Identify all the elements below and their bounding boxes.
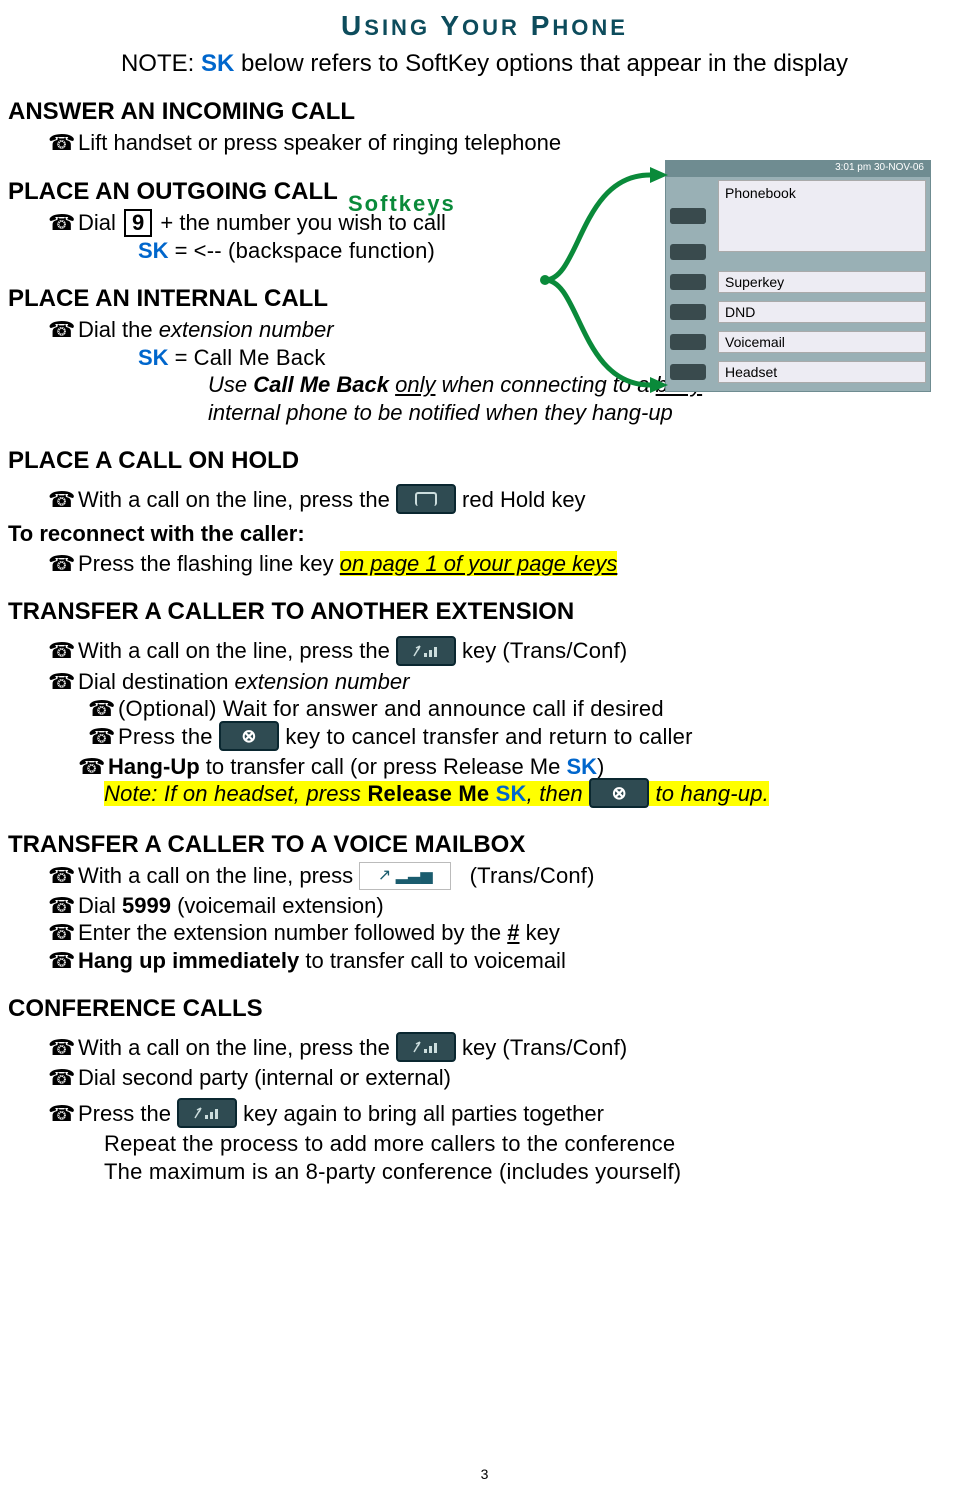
page: USING YOUR PHONE NOTE: SK below refers t…	[0, 0, 969, 1487]
transfer-vm-step2: Dial 5999 (voicemail extension)	[78, 892, 961, 920]
transfer-step1: With a call on the line, press the key (…	[78, 637, 961, 667]
page-title: USING YOUR PHONE	[8, 8, 961, 43]
section-answer-heading: ANSWER AN INCOMING CALL	[8, 97, 961, 127]
softkey-label: DND	[718, 301, 926, 323]
softkey-label: Headset	[718, 361, 926, 383]
hold-step2: Press the flashing line key on page 1 of…	[78, 550, 961, 578]
phone-bullet-icon: ☎	[48, 668, 78, 696]
transfer-step3: (Optional) Wait for answer and announce …	[118, 695, 961, 723]
answer-step: Lift handset or press speaker of ringing…	[78, 129, 961, 157]
hold-step1: With a call on the line, press the red H…	[78, 486, 961, 516]
sk-abbrev: SK	[201, 50, 234, 77]
conference-step1: With a call on the line, press the key (…	[78, 1034, 961, 1064]
hold-reconnect-heading: To reconnect with the caller:	[8, 520, 961, 548]
phone-screen-callout: 3:01 pm 30-NOV-06 Phonebook Superkey DND…	[665, 160, 931, 392]
section-transfer-heading: TRANSFER A CALLER TO ANOTHER EXTENSION	[8, 597, 961, 627]
softkey-label: Voicemail	[718, 331, 926, 353]
trans-conf-key-icon	[396, 636, 456, 666]
transfer-vm-step4: Hang up immediately to transfer call to …	[78, 947, 961, 975]
section-conference-heading: CONFERENCE CALLS	[8, 994, 961, 1024]
phone-bullet-icon: ☎	[48, 1064, 78, 1092]
transfer-step4: Press the key to cancel transfer and ret…	[118, 723, 961, 753]
phone-bullet-icon: ☎	[78, 753, 108, 781]
phone-bullet-icon: ☎	[48, 637, 78, 665]
conference-note2: The maximum is an 8-party conference (in…	[104, 1158, 961, 1186]
transfer-step5: Hang-Up to transfer call (or press Relea…	[108, 753, 961, 781]
phone-bullet-icon: ☎	[48, 129, 78, 157]
transfer-vm-step1: With a call on the line, press ↗ ▂▃▅ (Tr…	[78, 862, 961, 891]
page-number: 3	[0, 1466, 969, 1484]
phone-bullet-icon: ☎	[48, 316, 78, 344]
phone-bullet-icon: ☎	[48, 892, 78, 920]
transfer-note: Note: If on headset, press Release Me SK…	[104, 780, 961, 810]
softkeys-annotation: Softkeys	[348, 190, 456, 218]
trans-conf-key-icon	[177, 1098, 237, 1128]
softkey-label: Superkey	[718, 271, 926, 293]
phone-bullet-icon: ☎	[48, 862, 78, 890]
phone-bullet-icon: ☎	[48, 1034, 78, 1062]
conference-step2: Dial second party (internal or external)	[78, 1064, 961, 1092]
softkey-label: Phonebook	[718, 180, 926, 252]
brace-icon	[530, 165, 690, 395]
phone-bullet-icon: ☎	[48, 486, 78, 514]
keypad-9: 9	[124, 209, 152, 237]
cancel-key-icon	[219, 721, 279, 751]
phone-bullet-icon: ☎	[48, 919, 78, 947]
phone-bullet-icon: ☎	[48, 550, 78, 578]
internal-tip2: internal phone to be notified when they …	[208, 399, 961, 427]
trans-conf-outline-icon: ↗ ▂▃▅	[359, 862, 451, 890]
hold-key-icon	[396, 484, 456, 514]
phone-bullet-icon: ☎	[48, 209, 78, 237]
phone-bullet-icon: ☎	[48, 1100, 78, 1128]
phone-time-bar: 3:01 pm 30-NOV-06	[665, 160, 931, 176]
section-transfer-vm-heading: TRANSFER A CALLER TO A VOICE MAILBOX	[8, 830, 961, 860]
transfer-vm-step3: Enter the extension number followed by t…	[78, 919, 961, 947]
section-hold-heading: PLACE A CALL ON HOLD	[8, 446, 961, 476]
note-line: NOTE: SK below refers to SoftKey options…	[8, 49, 961, 79]
conference-step3: Press the key again to bring all parties…	[78, 1100, 961, 1130]
cancel-key-icon	[589, 778, 649, 808]
phone-bullet-icon: ☎	[48, 947, 78, 975]
phone-bullet-icon: ☎	[88, 695, 118, 723]
phone-bullet-icon: ☎	[88, 723, 118, 751]
transfer-step2: Dial destination extension number	[78, 668, 961, 696]
trans-conf-key-icon	[396, 1032, 456, 1062]
conference-note1: Repeat the process to add more callers t…	[104, 1130, 961, 1158]
